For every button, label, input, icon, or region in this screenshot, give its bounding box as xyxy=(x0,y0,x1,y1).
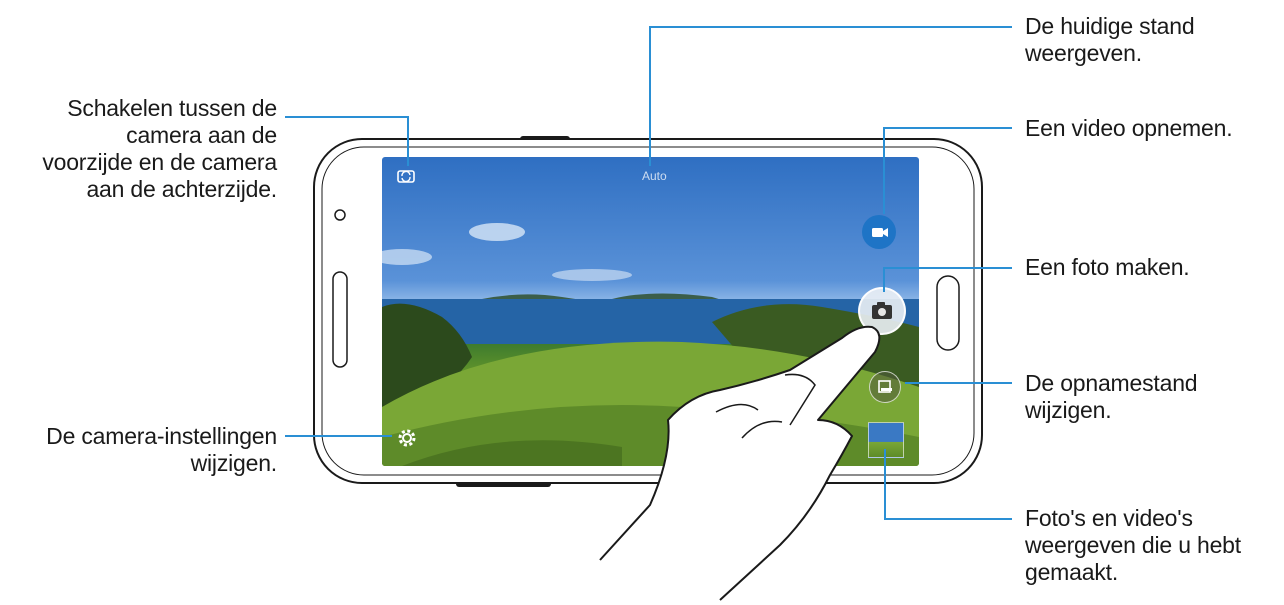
label-record-video: Een video opnemen. xyxy=(1025,115,1233,141)
label-change-mode: De opnamestand wijzigen. xyxy=(1025,370,1198,423)
callout-gallery xyxy=(884,449,1012,520)
label-take-photo: Een foto maken. xyxy=(1025,254,1190,280)
callout-record-video xyxy=(883,127,1012,214)
callout-take-photo xyxy=(883,267,1012,292)
label-settings: De camera-instellingen wijzigen. xyxy=(46,423,277,476)
label-gallery: Foto's en video's weergeven die u hebt g… xyxy=(1025,505,1241,585)
label-switch-camera: Schakelen tussen de camera aan de voorzi… xyxy=(42,95,277,202)
callout-switch-camera xyxy=(285,116,409,166)
label-current-mode: De huidige stand weergeven. xyxy=(1025,13,1195,66)
callout-current-mode xyxy=(649,26,1012,166)
